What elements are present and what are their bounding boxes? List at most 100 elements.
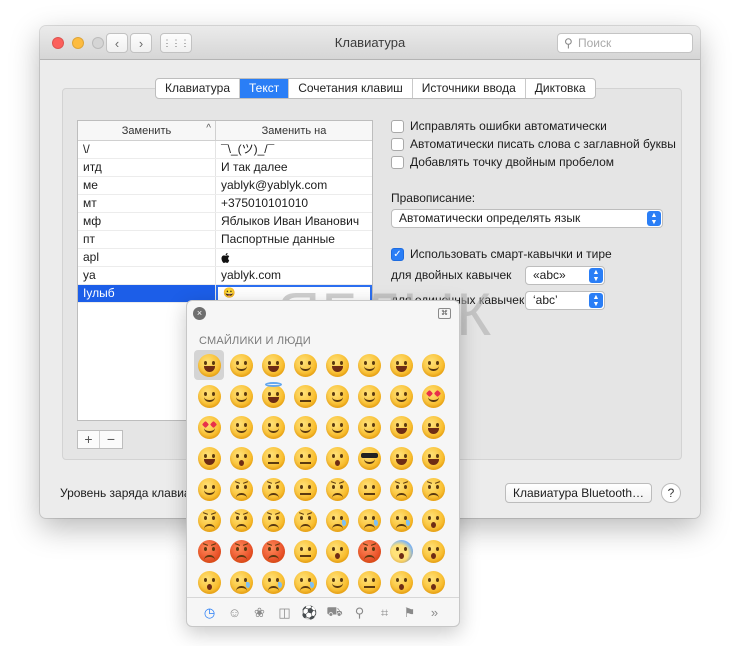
- emoji-item[interactable]: [194, 381, 224, 411]
- emoji-item[interactable]: [290, 350, 320, 380]
- emoji-item[interactable]: [418, 350, 448, 380]
- emoji-item[interactable]: [290, 536, 320, 566]
- emoji-item[interactable]: [258, 350, 288, 380]
- emoji-item[interactable]: [386, 474, 416, 504]
- emoji-item[interactable]: [386, 381, 416, 411]
- smart-quotes-option[interactable]: ✓ Использовать смарт-кавычки и тире: [391, 246, 612, 262]
- search-field[interactable]: ⚲ Поиск: [557, 33, 693, 53]
- table-row[interactable]: мф Яблыков Иван Иванович: [78, 213, 372, 231]
- tab-text[interactable]: Текст: [240, 79, 290, 98]
- emoji-item[interactable]: [322, 412, 352, 442]
- expand-icon[interactable]: ⌘: [438, 308, 451, 319]
- emoji-item[interactable]: [418, 443, 448, 473]
- smart-quotes-checkbox[interactable]: ✓: [391, 247, 404, 261]
- emoji-item[interactable]: [290, 381, 320, 411]
- double-space-checkbox[interactable]: [391, 155, 404, 169]
- column-header-replace[interactable]: Заменить ^: [78, 121, 216, 140]
- animal-icon[interactable]: ❀: [247, 605, 272, 621]
- autocorrect-checkbox[interactable]: [391, 119, 404, 133]
- emoji-item[interactable]: [354, 381, 384, 411]
- emoji-item[interactable]: [322, 536, 352, 566]
- autocapitalize-checkbox[interactable]: [391, 137, 404, 151]
- emoji-item[interactable]: [354, 350, 384, 380]
- emoji-item[interactable]: [290, 505, 320, 535]
- emoji-item[interactable]: [322, 505, 352, 535]
- tab-dictation[interactable]: Диктовка: [526, 79, 595, 98]
- objects-icon[interactable]: ⚲: [347, 605, 372, 621]
- remove-button[interactable]: −: [100, 431, 122, 448]
- table-row[interactable]: пт Паспортные данные: [78, 231, 372, 249]
- recent-icon[interactable]: ◷: [197, 605, 222, 621]
- emoji-item[interactable]: [290, 474, 320, 504]
- emoji-item[interactable]: [322, 474, 352, 504]
- tab-shortcuts[interactable]: Сочетания клавиш: [289, 79, 413, 98]
- emoji-item[interactable]: [354, 536, 384, 566]
- emoji-item[interactable]: [226, 412, 256, 442]
- emoji-picker[interactable]: × ⌘ СМАЙЛИКИ И ЛЮДИ ◷ ☺ ❀ ◫ ⚽ ⛟ ⚲ ⌗ ⚑»: [186, 300, 460, 627]
- add-button[interactable]: +: [78, 431, 100, 448]
- emoji-item[interactable]: [194, 474, 224, 504]
- smiley-icon[interactable]: ☺: [222, 605, 247, 620]
- emoji-item[interactable]: [418, 412, 448, 442]
- emoji-item[interactable]: [418, 536, 448, 566]
- emoji-item[interactable]: [322, 443, 352, 473]
- emoji-item[interactable]: [322, 567, 352, 597]
- emoji-item[interactable]: [226, 505, 256, 535]
- emoji-item[interactable]: [194, 443, 224, 473]
- emoji-item[interactable]: [386, 567, 416, 597]
- table-row[interactable]: apl: [78, 249, 372, 267]
- emoji-item[interactable]: [258, 505, 288, 535]
- tab-input-sources[interactable]: Источники ввода: [413, 79, 526, 98]
- spelling-popup[interactable]: Автоматически определять язык ▲ ▼: [391, 209, 663, 228]
- emoji-item[interactable]: [290, 567, 320, 597]
- food-icon[interactable]: ◫: [272, 605, 297, 621]
- help-button[interactable]: ?: [661, 483, 681, 503]
- emoji-item[interactable]: [354, 412, 384, 442]
- table-row[interactable]: мт +375010101010: [78, 195, 372, 213]
- emoji-item[interactable]: [386, 443, 416, 473]
- emoji-item[interactable]: [226, 567, 256, 597]
- travel-icon[interactable]: ⛟: [322, 604, 347, 622]
- close-icon[interactable]: ×: [193, 307, 206, 320]
- emoji-item[interactable]: [226, 536, 256, 566]
- table-row[interactable]: \/ ¯\_(ツ)_/¯: [78, 141, 372, 159]
- emoji-item[interactable]: [354, 443, 384, 473]
- emoji-item[interactable]: [290, 412, 320, 442]
- more-icon[interactable]: »: [422, 605, 447, 620]
- emoji-item[interactable]: [354, 567, 384, 597]
- emoji-item[interactable]: [386, 412, 416, 442]
- emoji-item[interactable]: [418, 505, 448, 535]
- bluetooth-keyboard-button[interactable]: Клавиатура Bluetooth…: [505, 483, 652, 503]
- double-quotes-popup[interactable]: «abc» ▲ ▼: [525, 266, 605, 285]
- emoji-item[interactable]: [258, 536, 288, 566]
- emoji-item[interactable]: [386, 536, 416, 566]
- emoji-item[interactable]: [194, 567, 224, 597]
- emoji-item[interactable]: [258, 381, 288, 411]
- single-quotes-popup[interactable]: ‘abc’ ▲ ▼: [525, 291, 605, 310]
- emoji-item[interactable]: [226, 443, 256, 473]
- emoji-item[interactable]: [354, 474, 384, 504]
- emoji-item[interactable]: [386, 350, 416, 380]
- emoji-item[interactable]: [258, 567, 288, 597]
- flag-icon[interactable]: ⚑: [397, 605, 422, 621]
- emoji-item[interactable]: [418, 567, 448, 597]
- emoji-item[interactable]: [354, 505, 384, 535]
- double-space-option[interactable]: Добавлять точку двойным пробелом: [391, 154, 614, 170]
- emoji-item[interactable]: [322, 350, 352, 380]
- emoji-item[interactable]: [194, 505, 224, 535]
- emoji-item[interactable]: [194, 412, 224, 442]
- table-row[interactable]: итд И так далее: [78, 159, 372, 177]
- ball-icon[interactable]: ⚽: [297, 605, 322, 621]
- emoji-item[interactable]: [322, 381, 352, 411]
- emoji-item[interactable]: [418, 381, 448, 411]
- emoji-item[interactable]: [258, 474, 288, 504]
- autocapitalize-option[interactable]: Автоматически писать слова с заглавной б…: [391, 136, 676, 152]
- symbols-icon[interactable]: ⌗: [372, 605, 397, 621]
- emoji-item[interactable]: [418, 474, 448, 504]
- emoji-item[interactable]: [194, 536, 224, 566]
- column-header-with[interactable]: Заменить на: [216, 121, 372, 140]
- emoji-item[interactable]: [258, 443, 288, 473]
- tab-keyboard[interactable]: Клавиатура: [156, 79, 240, 98]
- emoji-item[interactable]: [226, 381, 256, 411]
- autocorrect-option[interactable]: Исправлять ошибки автоматически: [391, 118, 607, 134]
